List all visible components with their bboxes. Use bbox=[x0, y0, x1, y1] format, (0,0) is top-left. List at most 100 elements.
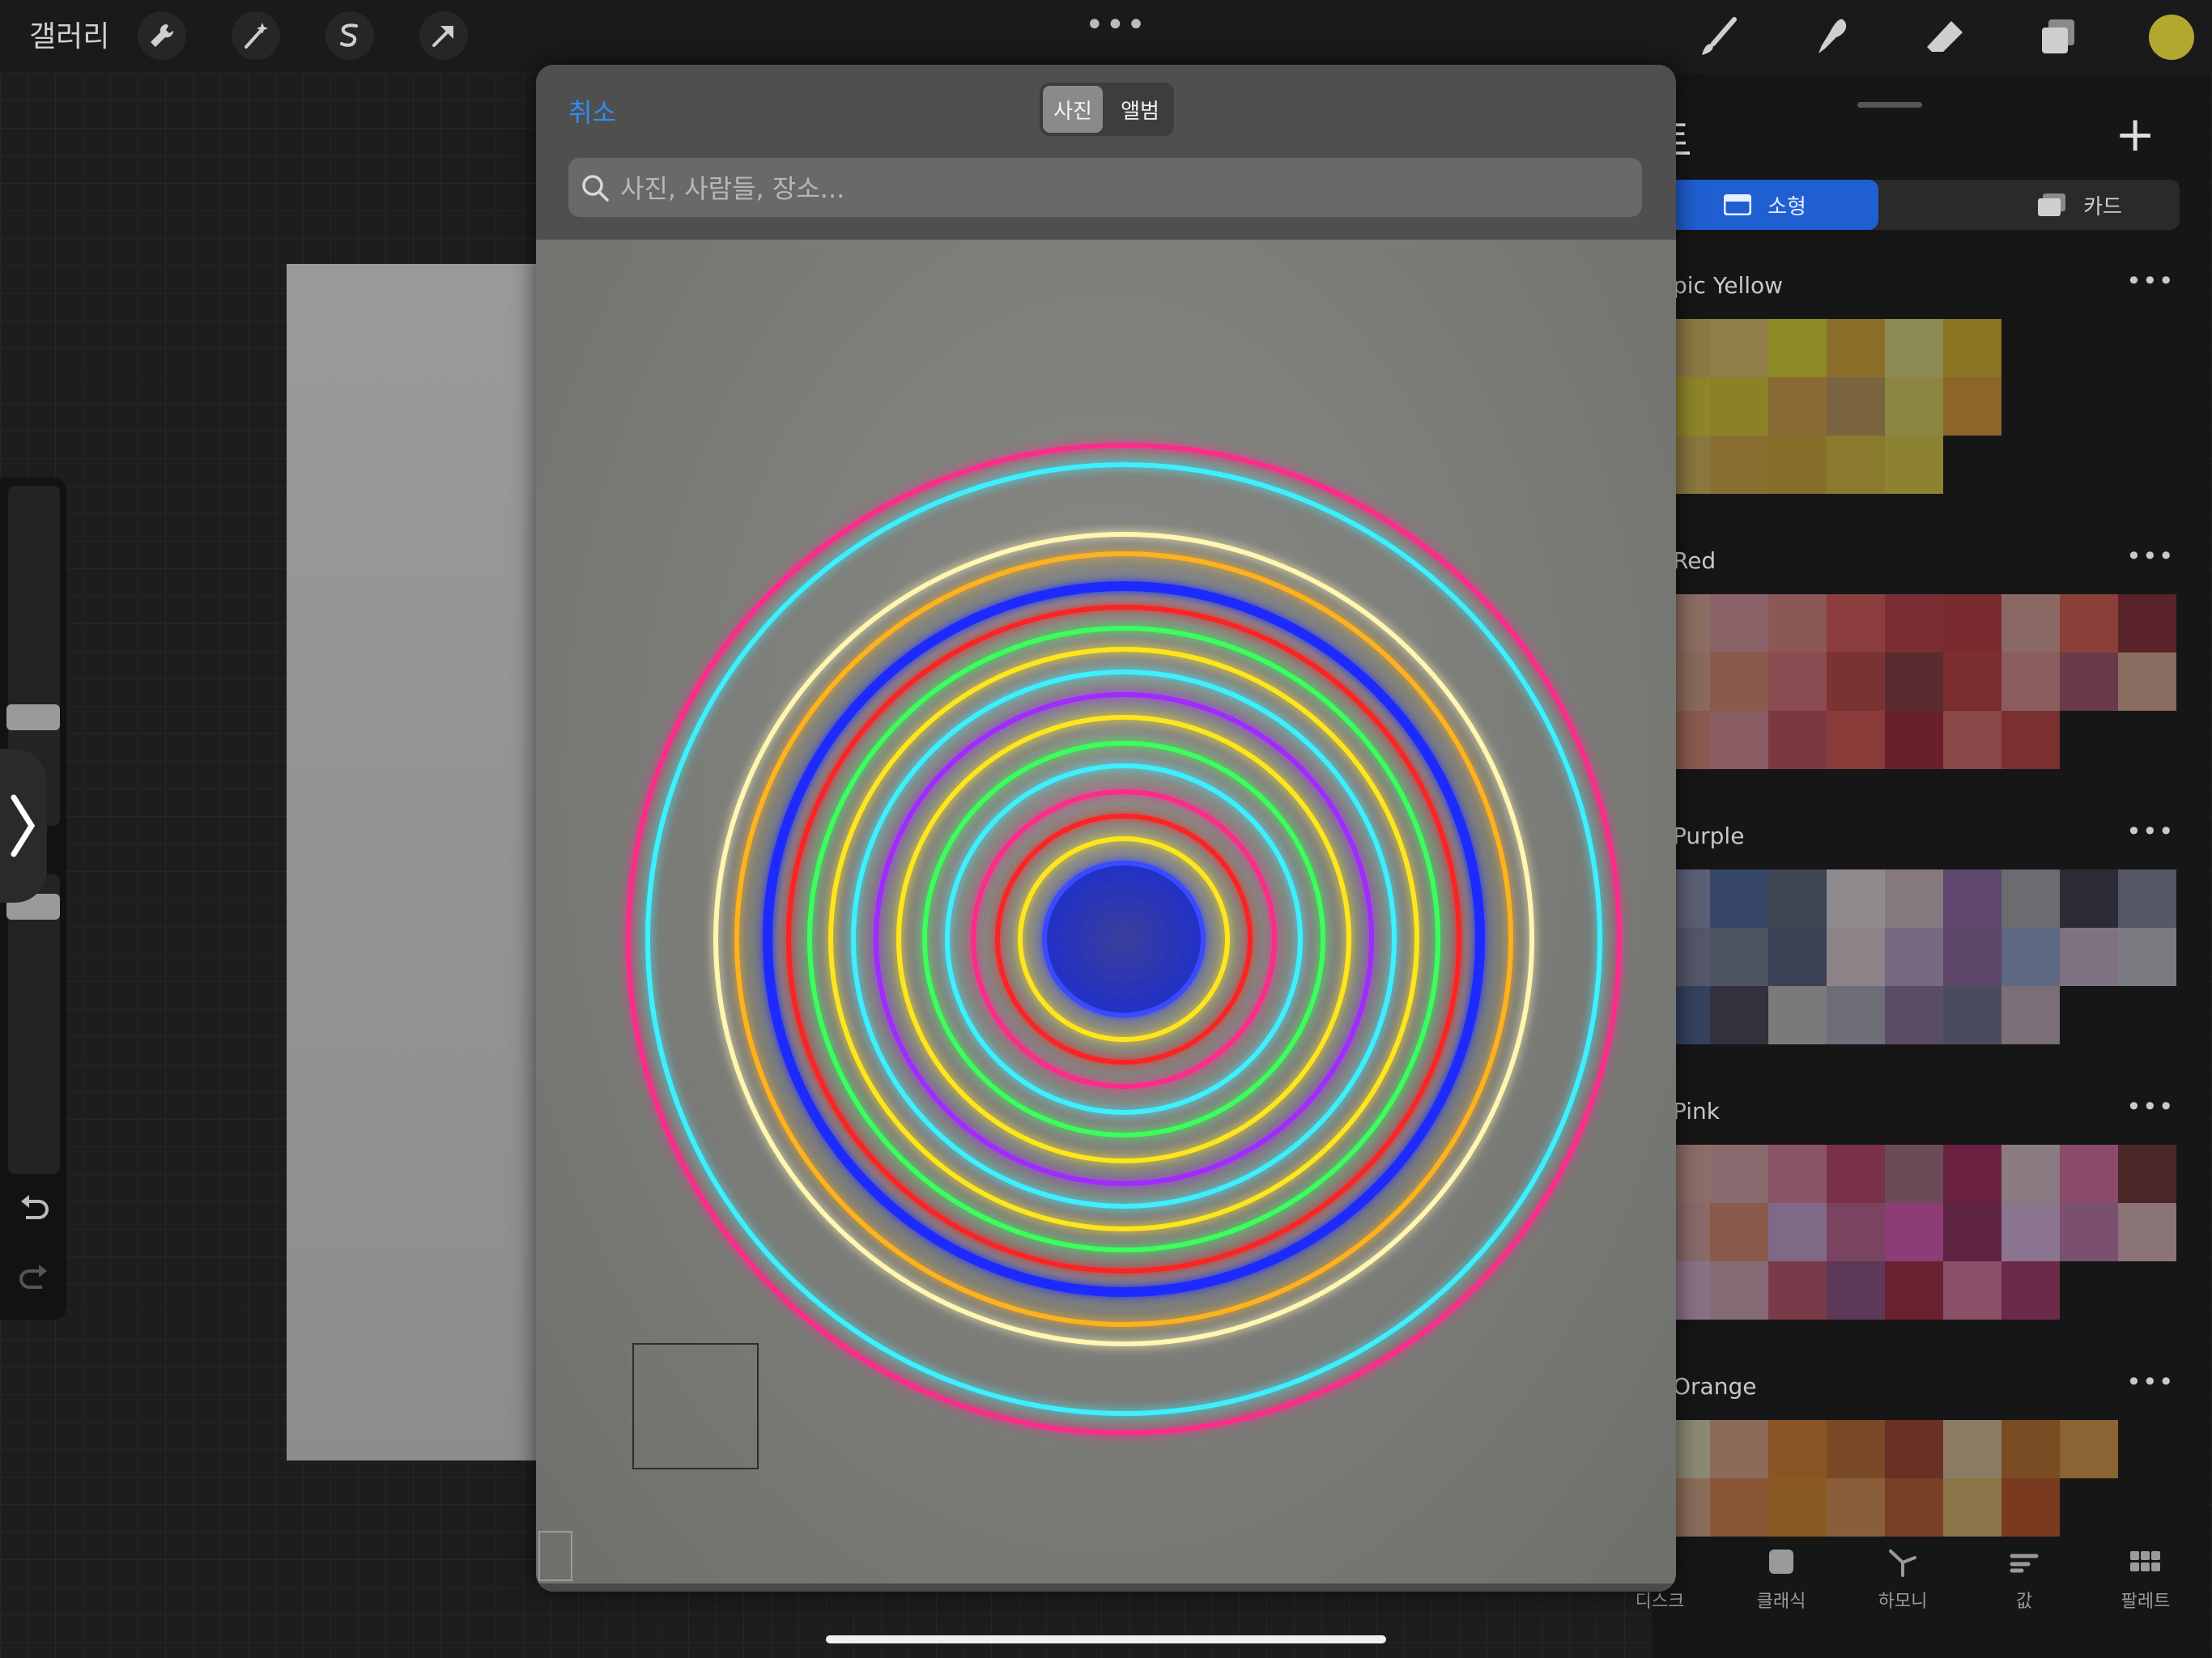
color-swatch[interactable] bbox=[2118, 1145, 2176, 1203]
color-swatch[interactable] bbox=[1710, 1420, 1768, 1478]
color-swatch[interactable] bbox=[1943, 1145, 2001, 1203]
sidebar-toggle-chevron-icon[interactable] bbox=[0, 749, 47, 903]
color-swatch[interactable] bbox=[2060, 928, 2118, 986]
palette-more-icon[interactable]: ••• bbox=[2126, 266, 2175, 296]
view-card-button[interactable]: 카드 bbox=[1998, 180, 2160, 230]
color-swatch[interactable] bbox=[1768, 377, 1827, 436]
palette-grabber[interactable] bbox=[1857, 102, 1922, 108]
color-swatch[interactable] bbox=[1768, 1261, 1827, 1320]
color-swatch[interactable] bbox=[1943, 653, 2001, 711]
color-swatch[interactable] bbox=[2001, 986, 2060, 1044]
palette-swatches[interactable] bbox=[1652, 319, 2001, 494]
color-swatch[interactable] bbox=[1827, 869, 1885, 928]
color-swatch[interactable] bbox=[1710, 1261, 1768, 1320]
smudge-icon[interactable] bbox=[1806, 11, 1857, 63]
color-swatch[interactable] bbox=[1885, 986, 1943, 1044]
more-options-icon[interactable]: ••• bbox=[1085, 6, 1147, 44]
transform-arrow-icon[interactable] bbox=[419, 11, 468, 60]
color-swatch[interactable] bbox=[1885, 377, 1943, 436]
color-swatch[interactable] bbox=[1768, 869, 1827, 928]
photo-preview[interactable] bbox=[536, 240, 1676, 1592]
palette-more-icon[interactable]: ••• bbox=[2126, 816, 2175, 847]
palette-more-icon[interactable]: ••• bbox=[2126, 541, 2175, 572]
layers-icon[interactable] bbox=[2032, 11, 2084, 63]
color-swatch[interactable] bbox=[1710, 436, 1768, 494]
color-swatch[interactable] bbox=[2118, 594, 2176, 653]
color-swatch[interactable] bbox=[2001, 1478, 2060, 1537]
cancel-button[interactable]: 취소 bbox=[568, 92, 616, 130]
magic-wand-icon[interactable] bbox=[232, 11, 280, 60]
color-swatch[interactable] bbox=[1768, 928, 1827, 986]
color-swatch[interactable] bbox=[1710, 377, 1768, 436]
color-swatch[interactable] bbox=[2118, 1203, 2176, 1261]
color-swatch[interactable] bbox=[1885, 1261, 1943, 1320]
view-small-button[interactable]: 소형 bbox=[1652, 180, 1878, 230]
color-swatch[interactable] bbox=[1827, 436, 1885, 494]
color-swatch[interactable] bbox=[2118, 869, 2176, 928]
color-swatch[interactable] bbox=[2001, 1145, 2060, 1203]
color-swatch[interactable] bbox=[1885, 319, 1943, 377]
color-swatch[interactable] bbox=[2001, 1203, 2060, 1261]
color-swatch[interactable] bbox=[1885, 594, 1943, 653]
color-swatch[interactable] bbox=[1768, 986, 1827, 1044]
color-swatch[interactable] bbox=[1885, 1478, 1943, 1537]
color-swatch[interactable] bbox=[1885, 928, 1943, 986]
color-swatch[interactable] bbox=[1768, 436, 1827, 494]
color-swatch[interactable] bbox=[1710, 594, 1768, 653]
color-swatch[interactable] bbox=[2001, 711, 2060, 769]
palette-more-icon[interactable]: ••• bbox=[2126, 1367, 2175, 1397]
color-swatch[interactable] bbox=[2060, 653, 2118, 711]
color-swatch[interactable] bbox=[1710, 1145, 1768, 1203]
color-swatch[interactable] bbox=[2001, 869, 2060, 928]
tab-classic[interactable]: 클래식 bbox=[1733, 1538, 1830, 1613]
color-swatch[interactable] bbox=[1710, 869, 1768, 928]
color-swatch[interactable] bbox=[1943, 869, 2001, 928]
color-swatch[interactable] bbox=[1885, 436, 1943, 494]
palette-swatches[interactable] bbox=[1652, 1145, 2176, 1320]
color-swatch[interactable] bbox=[2060, 1420, 2118, 1478]
color-swatch[interactable] bbox=[1827, 1145, 1885, 1203]
color-swatch[interactable] bbox=[1827, 319, 1885, 377]
brush-icon[interactable] bbox=[1692, 11, 1744, 63]
color-swatch[interactable] bbox=[1943, 928, 2001, 986]
tab-albums[interactable]: 앨범 bbox=[1109, 86, 1171, 133]
tab-palettes[interactable]: 팔레트 bbox=[2097, 1538, 2194, 1613]
color-swatch[interactable] bbox=[2001, 928, 2060, 986]
color-swatch[interactable] bbox=[2060, 869, 2118, 928]
color-swatch[interactable] bbox=[1943, 711, 2001, 769]
color-swatch[interactable] bbox=[2118, 653, 2176, 711]
color-swatch[interactable] bbox=[1943, 986, 2001, 1044]
redo-icon[interactable] bbox=[15, 1260, 53, 1299]
color-swatch[interactable] bbox=[1710, 1203, 1768, 1261]
color-swatch[interactable] bbox=[1710, 1478, 1768, 1537]
color-swatch[interactable] bbox=[1885, 653, 1943, 711]
tab-value[interactable]: 값 bbox=[1976, 1538, 2073, 1613]
color-swatch[interactable] bbox=[2060, 1145, 2118, 1203]
color-swatch[interactable] bbox=[1827, 711, 1885, 769]
color-swatch[interactable] bbox=[1768, 1145, 1827, 1203]
color-swatch[interactable] bbox=[1710, 928, 1768, 986]
color-swatch[interactable] bbox=[1885, 1203, 1943, 1261]
color-swatch[interactable] bbox=[1710, 319, 1768, 377]
search-input[interactable] bbox=[619, 158, 1626, 219]
palette-swatches[interactable] bbox=[1652, 594, 2176, 769]
color-swatch[interactable] bbox=[1827, 986, 1885, 1044]
color-swatch[interactable] bbox=[2118, 928, 2176, 986]
color-swatch[interactable] bbox=[1827, 1261, 1885, 1320]
color-swatch[interactable] bbox=[1827, 928, 1885, 986]
color-swatch[interactable] bbox=[1827, 377, 1885, 436]
gallery-button[interactable]: 갤러리 bbox=[29, 13, 109, 55]
color-swatch[interactable] bbox=[1943, 1261, 2001, 1320]
color-swatch[interactable] bbox=[2001, 1261, 2060, 1320]
color-swatch[interactable] bbox=[1768, 1203, 1827, 1261]
palette-more-icon[interactable]: ••• bbox=[2126, 1091, 2175, 1122]
color-swatch-button[interactable] bbox=[2149, 15, 2194, 60]
color-swatch[interactable] bbox=[1710, 711, 1768, 769]
color-swatch[interactable] bbox=[1827, 1203, 1885, 1261]
color-swatch[interactable] bbox=[1827, 594, 1885, 653]
color-swatch[interactable] bbox=[1943, 594, 2001, 653]
palette-swatches[interactable] bbox=[1652, 869, 2176, 1044]
artboard[interactable] bbox=[287, 264, 546, 1460]
tab-harmony[interactable]: 하모니 bbox=[1854, 1538, 1951, 1613]
color-swatch[interactable] bbox=[1710, 653, 1768, 711]
